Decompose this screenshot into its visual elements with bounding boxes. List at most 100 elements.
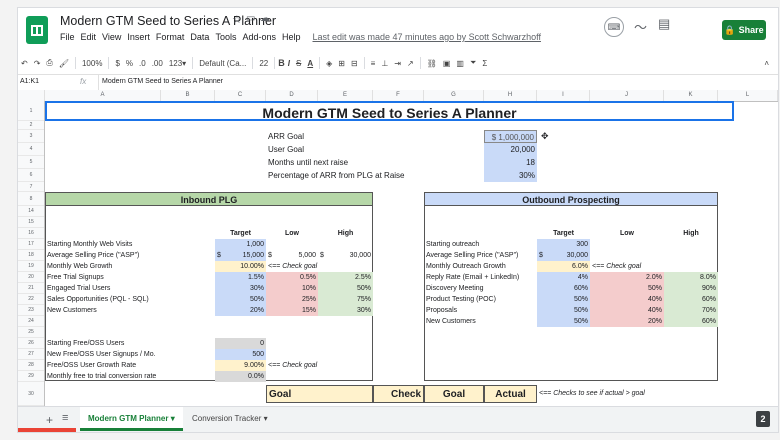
check-goal-note[interactable]: <== Check goal [590,261,643,272]
row-header[interactable]: 29 [18,371,44,382]
user-goal-value[interactable]: 20,000 [484,143,537,156]
row-header[interactable]: 16 [18,228,44,239]
zoom-select[interactable]: 100% [79,59,105,68]
outbound-target[interactable]: 300 [537,239,590,250]
inbound-row-label[interactable]: Engaged Trial Users [45,283,112,294]
goal-label[interactable]: Months until next raise [266,156,350,169]
column-header-f[interactable]: F [373,90,424,101]
checks-note[interactable]: <== Checks to see if actual > goal [537,388,647,399]
outbound-low[interactable]: 50% [590,283,664,294]
select-all-corner[interactable] [18,90,45,101]
keyboard-icon[interactable]: ⌨ [604,17,624,37]
row-header[interactable]: 23 [18,305,44,316]
filter-icon[interactable]: ⏷ [467,58,479,68]
redo-icon[interactable]: ↷ [31,59,44,68]
inbound-low-asp[interactable]: $5,000 [266,250,318,261]
inbound-target[interactable]: 20% [215,305,266,316]
check-goal-note[interactable]: <== Check goal [266,360,319,371]
share-button[interactable]: 🔒 Share [722,20,766,40]
font-select[interactable]: Default (Ca... [196,59,249,68]
oss-value[interactable]: 9.00% [215,360,266,371]
row-header[interactable]: 2 [18,121,44,130]
inbound-target[interactable]: 1.5% [215,272,266,283]
outbound-target[interactable]: 50% [537,305,590,316]
outbound-row-label[interactable]: Proposals [424,305,459,316]
row-header[interactable]: 19 [18,261,44,272]
column-header-j[interactable]: J [590,90,664,101]
tab-modern-gtm-planner[interactable]: Modern GTM Planner ▾ [80,407,183,431]
row-header[interactable]: 7 [18,182,44,192]
inbound-low[interactable]: 10% [266,283,318,294]
column-header-i[interactable]: I [537,90,590,101]
more-formats-select[interactable]: 123▾ [166,59,189,68]
menu-addons[interactable]: Add-ons [242,32,276,42]
cell-grid[interactable]: Modern GTM Seed to Series A Planner ARR … [45,101,778,406]
column-header-e[interactable]: E [318,90,373,101]
move-folder-icon[interactable]: ▭ [246,13,255,24]
oss-value[interactable]: 0 [215,338,266,349]
strikethrough-button[interactable]: S [293,59,304,68]
increase-decimal-button[interactable]: .00 [149,59,166,68]
row-header[interactable]: 8 [18,192,44,206]
row-header[interactable]: 4 [18,143,44,156]
add-sheet-icon[interactable]: + [46,413,53,427]
column-header-k[interactable]: K [664,90,718,101]
inbound-target[interactable]: 30% [215,283,266,294]
sheets-logo-icon[interactable] [26,16,48,44]
col-low[interactable]: Low [266,228,318,239]
inbound-high[interactable]: 30% [318,305,373,316]
outbound-header[interactable]: Outbound Prospecting [424,192,718,206]
inbound-low[interactable]: 15% [266,305,318,316]
name-box[interactable]: A1:K1 [20,78,39,85]
horizontal-align-icon[interactable]: ≡ [368,59,379,68]
outbound-high[interactable]: 60% [664,316,718,327]
row-header[interactable]: 5 [18,156,44,169]
outbound-target-asp[interactable]: $30,000 [537,250,590,261]
menu-insert[interactable]: Insert [127,32,150,42]
functions-icon[interactable]: Σ [479,59,490,68]
tab-conversion-tracker[interactable]: Conversion Tracker ▾ [184,407,276,431]
column-header-l[interactable]: L [718,90,778,101]
print-icon[interactable]: ⎙ [43,58,55,68]
outbound-target[interactable]: 50% [537,316,590,327]
inbound-low[interactable]: 25% [266,294,318,305]
star-icon[interactable]: ☆ [232,13,242,26]
menu-help[interactable]: Help [282,32,301,42]
actual-header[interactable]: Actual [484,385,537,403]
inbound-high[interactable]: 2.5% [318,272,373,283]
all-sheets-icon[interactable]: ≡ [62,412,68,424]
inbound-target[interactable]: 50% [215,294,266,305]
row-header[interactable]: 28 [18,360,44,371]
row-header[interactable]: 25 [18,327,44,338]
percent-format-button[interactable]: % [123,59,136,68]
outbound-target[interactable]: 6.0% [537,261,590,272]
column-header-a[interactable]: A [45,90,161,101]
menu-edit[interactable]: Edit [81,32,97,42]
row-header[interactable]: 1 [18,101,44,121]
inbound-high[interactable]: 75% [318,294,373,305]
menu-data[interactable]: Data [190,32,209,42]
collapse-toolbar-icon[interactable]: ˄ [761,59,772,68]
goal-header[interactable]: Goal [266,385,373,403]
outbound-target[interactable]: 60% [537,283,590,294]
outbound-high[interactable]: 8.0% [664,272,718,283]
outbound-row-label[interactable]: Reply Rate (Email + LinkedIn) [424,272,521,283]
paint-format-icon[interactable]: 🖌 [56,59,72,68]
column-header-c[interactable]: C [215,90,266,101]
row-header[interactable]: 20 [18,272,44,283]
outbound-high[interactable]: 90% [664,283,718,294]
column-header-h[interactable]: H [484,90,537,101]
borders-icon[interactable]: ⊞ [335,59,348,68]
row-header[interactable]: 21 [18,283,44,294]
italic-button[interactable]: I [285,59,293,68]
inbound-high[interactable]: 50% [318,283,373,294]
vertical-align-icon[interactable]: ⊥ [378,59,391,68]
outbound-target[interactable]: 50% [537,294,590,305]
outbound-low[interactable]: 40% [590,305,664,316]
goal-label[interactable]: Percentage of ARR from PLG at Raise [266,169,407,182]
outbound-row-label[interactable]: New Customers [424,316,478,327]
months-value[interactable]: 18 [484,156,537,169]
oss-row-label[interactable]: Free/OSS User Growth Rate [45,360,138,371]
insert-chart-icon[interactable]: ▥ [453,59,467,68]
row-header[interactable]: 6 [18,169,44,182]
